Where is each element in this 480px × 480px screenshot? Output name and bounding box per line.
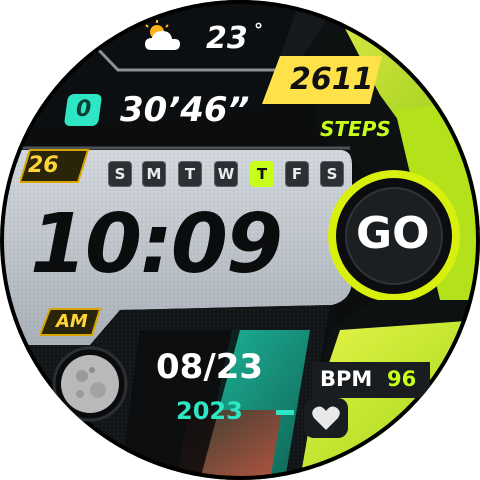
time-display[interactable]: 10:09 bbox=[30, 204, 283, 286]
timer-badge-value: 0 bbox=[76, 97, 92, 122]
steps-label: STEPS bbox=[320, 117, 391, 141]
weekday-mon: M bbox=[142, 161, 166, 187]
bpm-value: 96 bbox=[387, 367, 417, 391]
temperature-unit: ° bbox=[254, 20, 263, 41]
timer-value[interactable]: 30’46” bbox=[120, 93, 249, 127]
weekday-tue: T bbox=[178, 161, 202, 187]
weekday-wed: W bbox=[214, 161, 238, 187]
weekday-sun: S bbox=[108, 161, 132, 187]
steps-badge[interactable]: 2611 bbox=[262, 56, 382, 104]
watch-face: 23 ° 2611 STEPS 0 30’46” 26 S M T W T F … bbox=[0, 0, 480, 480]
bpm-label: BPM bbox=[320, 367, 373, 391]
go-button[interactable]: GO bbox=[356, 212, 430, 256]
partly-cloudy-icon bbox=[145, 20, 180, 50]
weekday-fri: F bbox=[285, 161, 309, 187]
temperature-value: 23 bbox=[206, 21, 248, 56]
date-year: 2023 bbox=[176, 397, 243, 425]
heart-icon bbox=[304, 398, 348, 438]
full-moon-icon bbox=[52, 346, 128, 422]
divider-dash bbox=[276, 410, 294, 415]
date-month-day: 08/23 bbox=[156, 347, 264, 387]
weekday-thu: T bbox=[250, 161, 274, 187]
ampm-label: AM bbox=[56, 311, 88, 332]
date-day-value: 26 bbox=[28, 153, 59, 178]
steps-value: 2611 bbox=[290, 62, 374, 97]
